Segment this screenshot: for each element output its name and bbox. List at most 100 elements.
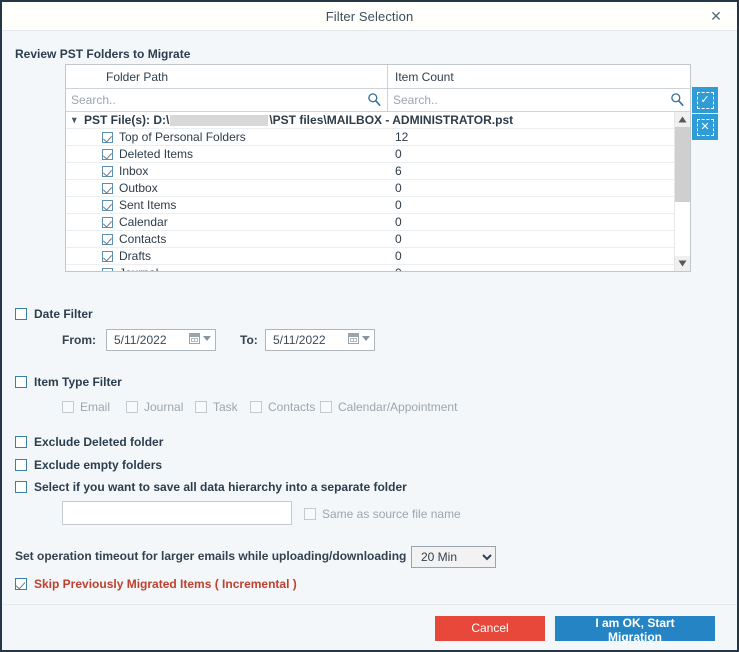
folder-path-cell: Sent Items [66, 198, 388, 212]
chevron-down-icon[interactable]: ▾ [72, 114, 84, 126]
date-to-label: To: [240, 333, 258, 347]
item-type-filter-checkbox[interactable]: Item Type Filter [15, 375, 122, 389]
table-row[interactable]: Contacts 0 [66, 231, 674, 248]
folder-checkbox[interactable] [102, 182, 113, 194]
item-type-checkbox-calendar-appointment[interactable]: Calendar/Appointment [320, 400, 457, 414]
exclude-empty-checkbox[interactable]: Exclude empty folders [15, 458, 162, 472]
folder-path-cell: Calendar [66, 215, 388, 229]
hierarchy-folder-input[interactable] [62, 501, 292, 525]
folder-label: Calendar [119, 215, 168, 229]
scroll-up-icon[interactable] [675, 112, 690, 127]
item-type-checkbox-journal[interactable]: Journal [126, 400, 183, 414]
item-count-cell: 0 [395, 147, 402, 161]
item-count-cell: 6 [395, 164, 402, 178]
exclude-deleted-checkbox[interactable]: Exclude Deleted folder [15, 435, 163, 449]
cancel-button[interactable]: Cancel [435, 615, 545, 641]
calendar-icon[interactable] [348, 333, 359, 344]
folder-path-cell: Drafts [66, 249, 388, 263]
table-row[interactable]: Deleted Items 0 [66, 146, 674, 163]
folder-checkbox[interactable] [102, 216, 113, 228]
timeout-select[interactable]: 20 Min [411, 546, 496, 568]
chevron-down-icon[interactable] [362, 336, 370, 341]
folder-checkbox[interactable] [102, 148, 113, 160]
chevron-down-icon[interactable] [203, 336, 211, 341]
item-type-label: Task [213, 400, 238, 414]
date-to-value: 5/11/2022 [273, 333, 326, 347]
scroll-down-icon[interactable] [675, 256, 690, 271]
item-type-checkbox-email[interactable]: Email [62, 400, 110, 414]
table-row[interactable]: Drafts 0 [66, 248, 674, 265]
window-title: Filter Selection [325, 8, 414, 24]
folder-label: Inbox [119, 164, 149, 178]
table-row[interactable]: Sent Items 0 [66, 197, 674, 214]
timeout-label: Set operation timeout for larger emails … [15, 549, 407, 563]
exclude-empty-label: Exclude empty folders [34, 458, 163, 472]
search-input-item-count[interactable] [388, 89, 690, 111]
column-header-item-count[interactable]: Item Count [388, 65, 690, 88]
checkbox-box [15, 578, 27, 590]
item-type-filter-label: Item Type Filter [34, 375, 122, 389]
item-type-label: Email [80, 400, 111, 414]
folder-label: Drafts [119, 249, 152, 263]
table-row[interactable]: Calendar 0 [66, 214, 674, 231]
check-all-button[interactable]: ✓ [692, 87, 718, 113]
date-to-controls [348, 333, 370, 344]
date-from-controls [189, 333, 211, 344]
folder-label: Top of Personal Folders [119, 130, 246, 144]
folder-label: Sent Items [119, 198, 177, 212]
scrollbar-thumb[interactable] [675, 127, 690, 202]
checkbox-box [126, 401, 138, 413]
folder-checkbox[interactable] [102, 199, 113, 211]
item-count-cell: 0 [395, 249, 402, 263]
table-row[interactable]: Outbox 0 [66, 180, 674, 197]
folder-label: Contacts [119, 232, 167, 246]
date-to-field[interactable]: 5/11/2022 [265, 329, 375, 351]
item-type-label: Journal [144, 400, 184, 414]
table-row[interactable]: Inbox 6 [66, 163, 674, 180]
checkbox-box [304, 508, 316, 520]
table-row[interactable]: Journal 0 [66, 265, 674, 271]
folder-rows-container: Top of Personal Folders 12 Deleted Items 0 I… [66, 129, 674, 271]
search-input-folder-path[interactable] [66, 89, 387, 111]
item-type-label: Calendar/Appointment [338, 400, 458, 414]
folder-label: Journal [119, 266, 158, 271]
item-count-cell: 0 [395, 181, 402, 195]
column-header-folder-path[interactable]: Folder Path [66, 65, 388, 88]
checkbox-box [15, 481, 27, 493]
separate-folder-checkbox[interactable]: Select if you want to save all data hier… [15, 480, 407, 494]
folder-grid: Folder Path Item Count Search.. Search..… [65, 64, 691, 272]
item-count-cell: 12 [395, 130, 409, 144]
folder-path-cell: Top of Personal Folders [66, 130, 388, 144]
uncheck-all-button[interactable]: ✕ [692, 114, 718, 140]
skip-migrated-label: Skip Previously Migrated Items ( Increme… [34, 577, 297, 591]
start-migration-button[interactable]: I am OK, Start Migration [555, 615, 715, 644]
folder-checkbox[interactable] [102, 233, 113, 245]
folder-checkbox[interactable] [102, 267, 113, 271]
date-from-field[interactable]: 5/11/2022 [106, 329, 216, 351]
tree-root-path-suffix: \PST files\MAILBOX - ADMINISTRATOR.pst [269, 113, 514, 127]
skip-migrated-checkbox[interactable]: Skip Previously Migrated Items ( Increme… [15, 577, 297, 591]
same-as-source-checkbox[interactable]: Same as source file name [304, 507, 461, 521]
close-icon[interactable]: ✕ [701, 2, 731, 30]
calendar-icon[interactable] [189, 333, 200, 344]
page-title: Review PST Folders to Migrate [15, 47, 191, 61]
folder-checkbox[interactable] [102, 250, 113, 262]
dialog-footer: Cancel I am OK, Start Migration [2, 604, 737, 650]
grid-scrollbar[interactable] [674, 112, 690, 271]
grid-search-row [66, 89, 690, 112]
folder-path-cell: Outbox [66, 181, 388, 195]
item-count-cell: 0 [395, 215, 402, 229]
tree-root-row[interactable]: ▾ PST File(s): D:\ \PST files\MAILBOX - … [66, 112, 674, 129]
date-filter-checkbox[interactable]: Date Filter [15, 307, 93, 321]
folder-label: Deleted Items [119, 147, 194, 161]
item-type-checkbox-task[interactable]: Task [195, 400, 238, 414]
folder-path-cell: Inbox [66, 164, 388, 178]
table-row[interactable]: Top of Personal Folders 12 [66, 129, 674, 146]
grid-rows: ▾ PST File(s): D:\ \PST files\MAILBOX - … [66, 112, 674, 271]
item-type-checkbox-contacts[interactable]: Contacts [250, 400, 315, 414]
folder-checkbox[interactable] [102, 131, 113, 143]
item-count-cell: 0 [395, 232, 402, 246]
tree-root-path-prefix: PST File(s): D:\ [84, 113, 170, 127]
folder-checkbox[interactable] [102, 165, 113, 177]
checkbox-box [15, 459, 27, 471]
